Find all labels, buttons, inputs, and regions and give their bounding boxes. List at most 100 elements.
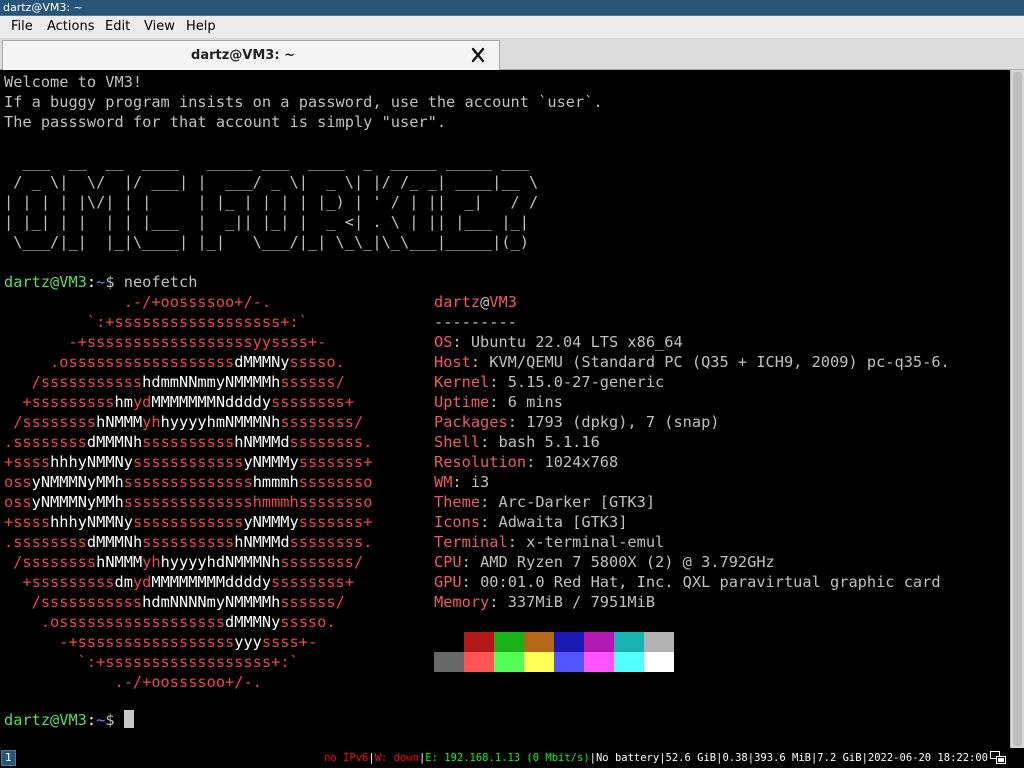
logo-segment: +sssssssss: [4, 573, 115, 591]
logo-line: .-/+oossssoo+/-.: [4, 672, 262, 692]
info-colon: :: [507, 413, 527, 431]
info-colon: :: [480, 513, 499, 531]
logo-segment: /ssssssss: [4, 553, 97, 571]
logo-segment: /sssssssssss: [4, 593, 143, 611]
command-line: dartz@VM3:~$ neofetch: [4, 272, 197, 292]
menu-edit[interactable]: Edit: [105, 19, 130, 35]
datetime-status: 2022-06-20 18:22:00: [867, 752, 988, 764]
logo-line: .-/+oossssoo+/-.: [4, 292, 271, 312]
logo-line: /ssssssssssshdmNNNNmyNMMMMhssssss/: [4, 592, 345, 612]
color-swatch: [434, 632, 464, 652]
prompt-line: dartz@VM3:~$: [4, 710, 134, 730]
info-key: GPU: [434, 573, 462, 591]
info-value: KVM/QEMU (Standard PC (Q35 + ICH9, 2009)…: [489, 353, 950, 371]
info-value: AMD Ryzen 7 5800X (2) @ 3.792GHz: [480, 553, 775, 571]
info-line: Kernel: 5.15.0-27-generic: [434, 372, 664, 392]
color-swatch: [494, 632, 524, 652]
menu-file[interactable]: File: [11, 19, 33, 35]
info-line: Packages: 1793 (dpkg), 7 (snap): [434, 412, 720, 432]
tab-terminal[interactable]: dartz@VM3: ~: [2, 40, 500, 70]
logo-segment: hNMMMd: [234, 533, 290, 551]
logo-segment: yh: [142, 553, 161, 571]
logo-segment: +sssssssss: [4, 393, 115, 411]
info-line: Terminal: x-terminal-emul: [434, 532, 664, 552]
info-colon: :: [470, 353, 490, 371]
logo-segment: sssssss+: [298, 453, 373, 471]
info-colon: :: [480, 493, 499, 511]
logo-segment: oss: [4, 493, 32, 511]
logo-segment: dMMMNh: [86, 533, 143, 551]
info-key: Resolution: [434, 453, 527, 471]
memory-used-status: 393.6 MiB: [754, 752, 811, 764]
color-swatch: [524, 652, 554, 672]
logo-line: /sssssssshNMMMyhhyyyyhdNMMMNhssssssss/: [4, 552, 363, 572]
logo-segment: ssssssssss: [142, 433, 235, 451]
logo-segment: ssssssss.: [289, 533, 373, 551]
info-line: Icons: Adwaita [GTK3]: [434, 512, 627, 532]
logo-segment: yNMMMNyMMh: [31, 473, 124, 491]
logo-segment: ssssss/: [280, 373, 345, 391]
info-value: 337MiB / 7951MiB: [507, 593, 656, 611]
info-colon: :: [461, 573, 481, 591]
color-swatch: [644, 652, 674, 672]
color-swatch: [584, 632, 614, 652]
logo-segment: +ssss: [4, 513, 51, 531]
info-colon: :: [489, 373, 508, 391]
logo-segment: yd: [132, 393, 152, 411]
logo-segment: yNMMMy: [243, 453, 299, 471]
prompt-path: ~: [96, 273, 106, 291]
info-colon: :: [489, 393, 508, 411]
prompt-symbol: $: [105, 711, 124, 729]
info-key: Icons: [434, 513, 481, 531]
logo-line: -+ssssssssssssssssssyyssss+-: [4, 332, 326, 352]
logo-line: +sssshhhyNMMNyssssssssssssyNMMMysssssss+: [4, 512, 372, 532]
ipv6-status: no IPv6: [324, 752, 369, 764]
load-status: 0.38: [722, 752, 748, 764]
info-separator: ---------: [434, 313, 517, 331]
color-swatch: [644, 632, 674, 652]
logo-segment: yh: [142, 413, 161, 431]
info-value: 5.15.0-27-generic: [507, 373, 665, 391]
logo-segment: hNMMM: [96, 553, 143, 571]
info-key: Kernel: [434, 373, 490, 391]
info-colon: :: [452, 333, 471, 351]
close-icon[interactable]: [469, 46, 487, 64]
menu-help[interactable]: Help: [186, 19, 216, 35]
tab-bar: dartz@VM3: ~: [0, 38, 1024, 70]
info-colon: :: [480, 433, 499, 451]
info-colon: :: [526, 453, 545, 471]
info-value: 1793 (dpkg), 7 (snap): [526, 413, 720, 431]
info-key: CPU: [434, 553, 462, 571]
menu-view[interactable]: View: [144, 19, 175, 35]
info-value: bash 5.1.16: [498, 433, 600, 451]
workspace-button[interactable]: 1: [1, 750, 16, 766]
vertical-scrollbar[interactable]: [1010, 70, 1024, 748]
logo-segment: ssss+-: [261, 633, 318, 651]
terminal-area[interactable]: Welcome to VM3! If a buggy program insis…: [0, 70, 1010, 748]
scrollbar-thumb[interactable]: [1013, 72, 1022, 746]
menu-actions[interactable]: Actions: [47, 19, 95, 35]
logo-line: +sssssssssdmydMMMMMMMMddddyssssssss+: [4, 572, 354, 592]
network-tray-icon[interactable]: [990, 751, 1006, 765]
prompt-path: ~: [96, 711, 106, 729]
info-line: CPU: AMD Ryzen 7 5800X (2) @ 3.792GHz: [434, 552, 775, 572]
logo-segment: ssssssss/: [280, 413, 364, 431]
logo-segment: ssssss/: [280, 593, 345, 611]
logo-segment: ssssssss+: [271, 393, 354, 411]
logo-segment: .ssssssss: [4, 533, 87, 551]
logo-segment: ssssssss/: [280, 553, 364, 571]
logo-segment: hNMMMd: [234, 433, 290, 451]
color-swatch: [554, 632, 584, 652]
battery-status: No battery: [595, 752, 660, 764]
banner-line: / _ \| \/ |/ ___| | ___/ _ \| _ \| |/ /_…: [4, 173, 539, 191]
logo-segment: hyyyyhmNMMMNh: [160, 413, 281, 431]
banner-line: \___/|_| |_|\____| |_| \___/|_| \_\_|\_\…: [4, 233, 529, 251]
info-user: dartz: [434, 293, 481, 311]
logo-line: ossyNMMMNyMMhsssssssssssssshmmmhssssssso: [4, 492, 372, 512]
window-titlebar[interactable]: dartz@VM3: ~: [0, 0, 1024, 16]
logo-segment: /ssssssss: [4, 413, 97, 431]
info-key: Packages: [434, 413, 508, 431]
info-colon: :: [452, 473, 471, 491]
memory-total-status: 7.2 GiB: [817, 752, 862, 764]
status-bar: 1 no IPv6|W: down|E: 192.168.1.13 (0 Mbi…: [0, 748, 1024, 768]
